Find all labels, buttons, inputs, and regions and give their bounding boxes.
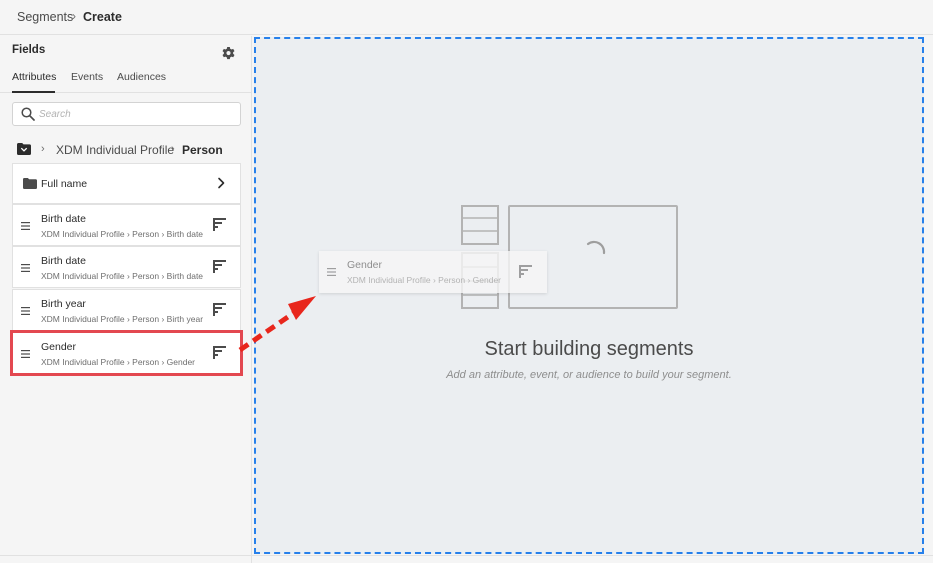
- breadcrumb-separator: ›: [72, 9, 76, 23]
- breadcrumb-current: Create: [83, 10, 122, 24]
- tab-attributes[interactable]: Attributes: [12, 71, 56, 83]
- top-bar: Segments › Create: [0, 0, 933, 35]
- empty-state-subtitle: Add an attribute, event, or audience to …: [446, 369, 732, 381]
- attribute-path: XDM Individual Profile › Person › Gender: [41, 357, 196, 367]
- drag-ghost-gender: Gender XDM Individual Profile › Person ›…: [319, 251, 547, 293]
- search-icon: [21, 107, 35, 121]
- fields-panel: Fields Attributes Events Audiences › XDM…: [0, 36, 252, 563]
- tab-events[interactable]: Events: [71, 71, 103, 83]
- search-box[interactable]: [12, 102, 241, 126]
- attribute-row[interactable]: Birth date XDM Individual Profile › Pers…: [12, 246, 241, 288]
- attribute-name: Birth date: [41, 255, 86, 267]
- path-separator: ›: [171, 143, 175, 155]
- data-type-icon: [519, 265, 532, 278]
- tab-audiences[interactable]: Audiences: [117, 71, 166, 83]
- arrow-annotation: [238, 296, 316, 353]
- attribute-path: XDM Individual Profile › Person › Birth …: [41, 229, 204, 239]
- drag-handle-icon[interactable]: [21, 264, 30, 272]
- attribute-name: Gender: [41, 341, 77, 353]
- search-input[interactable]: [39, 106, 234, 122]
- active-tab-indicator: [12, 91, 55, 93]
- data-type-icon[interactable]: [213, 218, 226, 231]
- breadcrumb-segments[interactable]: Segments: [17, 10, 73, 24]
- attribute-name: Birth year: [41, 298, 86, 310]
- path-current: Person: [182, 143, 223, 157]
- drag-handle-icon[interactable]: [21, 350, 30, 358]
- spinner-icon: [586, 240, 606, 255]
- attribute-name: Birth date: [41, 213, 86, 225]
- attribute-path: XDM Individual Profile › Person › Birth …: [41, 271, 204, 281]
- chevron-right-icon[interactable]: [217, 177, 225, 189]
- attribute-path: XDM Individual Profile › Person › Birth …: [41, 314, 204, 324]
- path-xdm-profile[interactable]: XDM Individual Profile: [56, 143, 174, 157]
- ghost-path: XDM Individual Profile › Person › Gender: [347, 275, 502, 285]
- data-type-icon[interactable]: [213, 346, 226, 359]
- bottom-divider: [0, 555, 933, 556]
- fields-title: Fields: [12, 44, 46, 56]
- empty-state-title: Start building segments: [484, 338, 694, 360]
- folder-label: Full name: [41, 178, 88, 190]
- data-type-icon[interactable]: [213, 303, 226, 316]
- drag-handle-icon[interactable]: [21, 307, 30, 315]
- gear-icon[interactable]: [221, 46, 236, 61]
- attribute-row[interactable]: Birth date XDM Individual Profile › Pers…: [12, 204, 241, 246]
- data-type-icon[interactable]: [213, 260, 226, 273]
- schema-breadcrumb: › XDM Individual Profile › Person: [17, 142, 247, 160]
- folder-root-icon[interactable]: [17, 143, 31, 155]
- folder-row-full-name[interactable]: Full name: [12, 163, 241, 204]
- drag-handle-icon[interactable]: [21, 222, 30, 230]
- folder-icon: [23, 178, 37, 189]
- ghost-name: Gender: [347, 259, 383, 271]
- attribute-row-gender[interactable]: Gender XDM Individual Profile › Person ›…: [10, 330, 243, 376]
- path-separator: ›: [41, 143, 45, 155]
- attribute-row[interactable]: Birth year XDM Individual Profile › Pers…: [12, 289, 241, 331]
- segment-canvas-dropzone[interactable]: Start building segments Add an attribute…: [254, 37, 924, 554]
- drag-handle-icon: [327, 268, 336, 276]
